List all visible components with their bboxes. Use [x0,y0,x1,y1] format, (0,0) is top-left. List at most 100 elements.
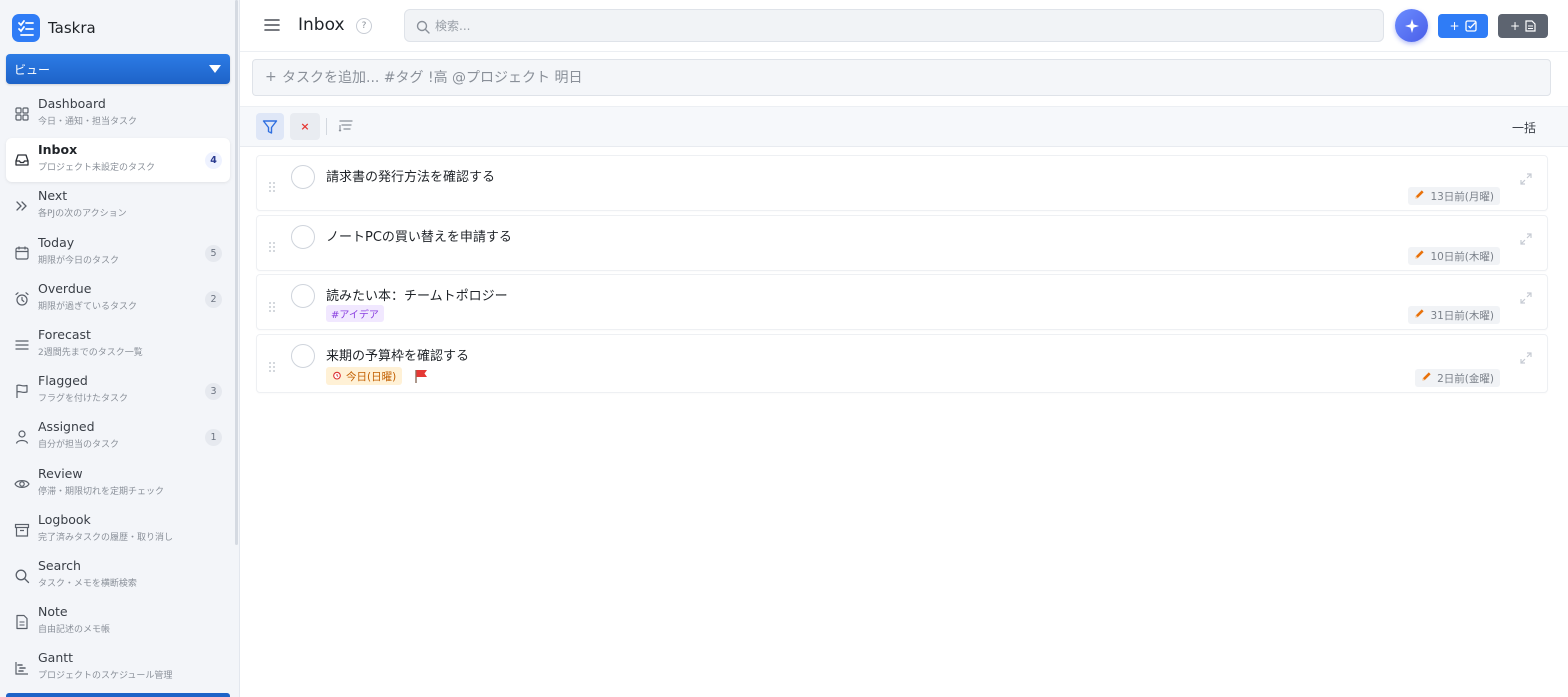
task-checkbox[interactable] [291,165,315,189]
document-icon [1525,20,1536,32]
sort-icon [338,120,353,132]
filter-icon [262,119,278,134]
drag-handle-icon[interactable] [267,178,277,192]
sidebar-item-next[interactable]: Next 各PJの次のアクション [6,184,230,228]
sidebar-item-forecast[interactable]: Forecast 2週間先までのタスク一覧 [6,323,230,367]
sidebar-item-label: Gantt [38,650,74,665]
pencil-icon [1421,371,1432,385]
sidebar: Taskra ビュー Dashboard 今日・通知・担当タスク Inbox プロジェ… [0,0,240,697]
search-icon [14,568,30,584]
divider [326,118,327,135]
flag-icon[interactable] [413,368,429,384]
due-today-label: 今日(日曜) [346,370,397,383]
view-select-label: ビュー [14,62,51,77]
search-bar[interactable] [404,9,1384,42]
sort-button[interactable] [338,118,356,136]
sidebar-item-description: 停滞・期限切れを定期チェック [38,487,165,497]
sidebar-item-logbook[interactable]: Logbook 完了済みタスクの履歴・取り消し [6,508,230,552]
expand-icon[interactable] [1519,231,1533,245]
task-row[interactable]: 請求書の発行方法を確認する 13日前(月曜) [256,155,1548,211]
sidebar-item-assigned[interactable]: Assigned 自分が担当のタスク 1 [6,415,230,459]
sidebar-item-label: Flagged [38,373,88,388]
quick-add-bar[interactable]: + [252,59,1551,96]
expand-icon[interactable] [1519,171,1533,185]
bulk-action-button[interactable]: 一括 [1512,119,1536,136]
sidebar-item-dashboard[interactable]: Dashboard 今日・通知・担当タスク [6,92,230,136]
alarm-icon [14,291,30,307]
task-title[interactable]: 来期の予算枠を確認する [326,345,469,364]
expand-icon[interactable] [1519,290,1533,304]
sidebar-item-description: 自由記述のメモ帳 [38,625,111,635]
task-row[interactable]: ノートPCの買い替えを申請する 10日前(木曜) [256,215,1548,271]
due-today-chip[interactable]: 今日(日曜) [326,367,403,385]
task-row[interactable]: 読みたい本：チームトポロジー #アイデア 31日前(木曜) [256,274,1548,330]
view-select[interactable]: ビュー [6,54,230,84]
ai-assistant-button[interactable] [1395,9,1428,42]
sidebar-item-description: フラグを付けたタスク [38,394,129,404]
sidebar-scrollbar[interactable] [235,0,238,545]
created-date-label: 2日前(金曜) [1437,372,1494,385]
add-note-button[interactable]: + [1498,14,1548,38]
brand[interactable]: Taskra [12,14,96,42]
drag-handle-icon[interactable] [267,358,277,372]
task-checkbox[interactable] [291,225,315,249]
task-tag[interactable]: #アイデア [326,305,384,322]
drag-handle-icon[interactable] [267,298,277,312]
sidebar-item-note[interactable]: Note 自由記述のメモ帳 [6,600,230,644]
sidebar-item-gantt[interactable]: Gantt プロジェクトのスケジュール管理 [6,646,230,690]
sidebar-item-description: 自分が担当のタスク [38,440,120,450]
page-title: Inbox [298,15,345,35]
grid-icon [14,106,30,122]
sidebar-item-label: Logbook [38,512,91,527]
task-checkbox[interactable] [291,344,315,368]
task-title[interactable]: ノートPCの買い替えを申請する [326,226,512,245]
count-badge: 2 [205,291,222,308]
sidebar-item-today[interactable]: Today 期限が今日のタスク 5 [6,231,230,275]
search-input[interactable] [435,10,1335,41]
created-date-chip: 13日前(月曜) [1408,187,1500,205]
count-badge: 3 [205,383,222,400]
checkbox-icon [1464,20,1477,32]
expand-icon[interactable] [1519,350,1533,364]
archive-icon [14,522,30,538]
sidebar-item-label: Next [38,188,68,203]
double-chevron-icon [14,198,30,214]
eye-icon [14,476,30,492]
sidebar-item-search[interactable]: Search タスク・メモを横断検索 [6,554,230,598]
sidebar-item-description: 今日・通知・担当タスク [38,117,138,127]
drag-handle-icon[interactable] [267,238,277,252]
app-name: Taskra [48,19,96,37]
clear-filter-button[interactable]: × [290,113,320,140]
sidebar-item-label: Today [38,235,75,250]
task-title[interactable]: 請求書の発行方法を確認する [326,166,495,185]
pencil-icon [1414,189,1425,203]
sidebar-item-description: 完了済みタスクの履歴・取り消し [38,533,174,543]
add-task-plus: + [1449,19,1460,33]
sidebar-item-overdue[interactable]: Overdue 期限が過ぎているタスク 2 [6,277,230,321]
filter-button[interactable] [256,113,284,140]
task-row[interactable]: 来期の予算枠を確認する今日(日曜) 2日前(金曜) [256,334,1548,393]
sidebar-item-review[interactable]: Review 停滞・期限切れを定期チェック [6,462,230,506]
sidebar-item-description: 2週間先までのタスク一覧 [38,348,143,358]
task-title[interactable]: 読みたい本：チームトポロジー [326,285,508,304]
calendar-icon [14,245,30,261]
count-badge: 4 [205,152,222,169]
alarm-icon [332,370,342,383]
caret-down-icon [209,65,221,73]
sidebar-item-label: Assigned [38,419,95,434]
menu-icon[interactable] [264,17,280,31]
count-badge: 5 [205,245,222,262]
created-date-chip: 31日前(木曜) [1408,306,1500,324]
sidebar-item-flagged[interactable]: Flagged フラグを付けたタスク 3 [6,369,230,413]
created-date-chip: 10日前(木曜) [1408,247,1500,265]
sidebar-item-label: Forecast [38,327,91,342]
sidebar-item-description: 期限が過ぎているタスク [38,302,138,312]
count-badge: 1 [205,429,222,446]
quick-add-input[interactable] [282,60,1482,95]
task-checkbox[interactable] [291,284,315,308]
help-button[interactable]: ? [356,18,372,34]
sidebar-item-inbox[interactable]: Inbox プロジェクト未設定のタスク 4 [6,138,230,182]
sidebar-item-label: Dashboard [38,96,106,111]
add-task-button[interactable]: + [1438,14,1488,38]
gantt-icon [14,660,30,676]
